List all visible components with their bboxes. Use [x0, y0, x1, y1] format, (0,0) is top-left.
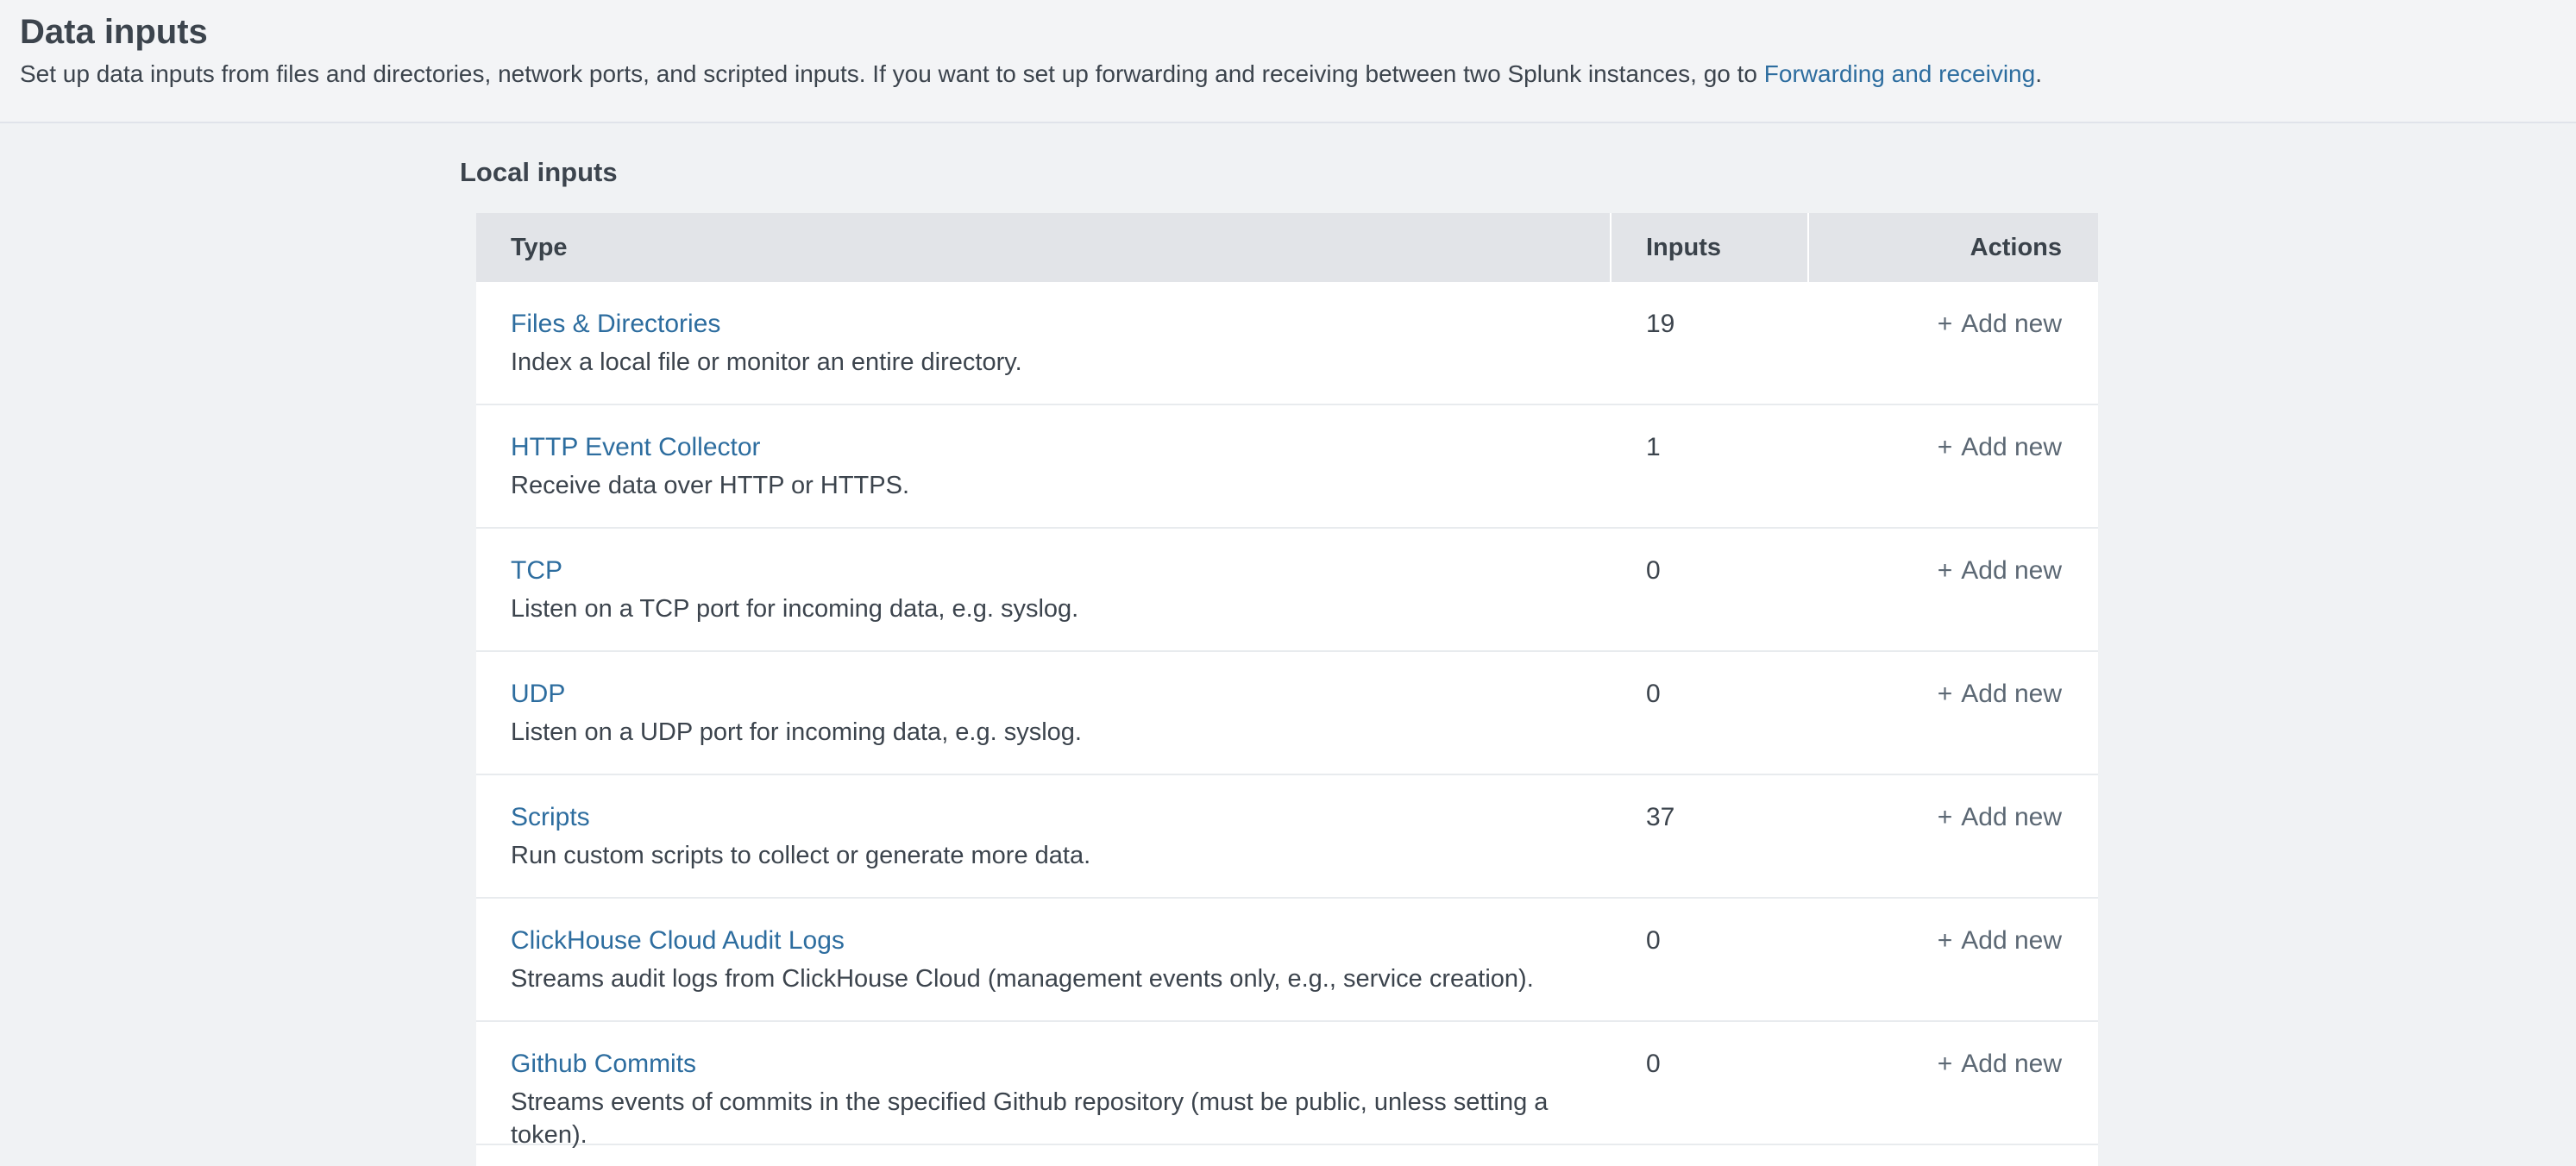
- input-type-description: Streams events of commits in the specifi…: [511, 1086, 1610, 1151]
- input-type-description: Listen on a UDP port for incoming data, …: [511, 716, 1610, 749]
- add-new-label: Add new: [1961, 803, 2062, 831]
- table-row: TCP Listen on a TCP port for incoming da…: [476, 529, 2098, 652]
- input-type-description: Index a local file or monitor an entire …: [511, 346, 1610, 379]
- add-new-label: Add new: [1961, 680, 2062, 708]
- inputs-count: 0: [1646, 1050, 1661, 1078]
- inputs-count-cell: 0: [1610, 1022, 1807, 1144]
- column-header-type: Type: [476, 213, 1610, 282]
- input-type-description: Receive data over HTTP or HTTPS.: [511, 469, 1610, 502]
- inputs-count: 37: [1646, 803, 1674, 831]
- plus-icon: +: [1938, 556, 1953, 585]
- plus-icon: +: [1938, 680, 1953, 708]
- input-type-link[interactable]: Files & Directories: [511, 310, 720, 338]
- add-new-link[interactable]: + Add new: [1938, 556, 2062, 585]
- add-new-label: Add new: [1961, 926, 2062, 955]
- inputs-count-cell: 0: [1610, 529, 1807, 650]
- add-new-link[interactable]: + Add new: [1938, 433, 2062, 461]
- actions-cell: + Add new: [1807, 652, 2098, 774]
- section-title: Local inputs: [460, 156, 2576, 189]
- input-type-link[interactable]: ClickHouse Cloud Audit Logs: [511, 926, 845, 955]
- table-row: ClickHouse Cloud Audit Logs Streams audi…: [476, 899, 2098, 1022]
- add-new-link[interactable]: + Add new: [1938, 926, 2062, 955]
- table-row: Scripts Run custom scripts to collect or…: [476, 775, 2098, 899]
- table-row: Github Commits Streams events of commits…: [476, 1022, 2098, 1145]
- inputs-count-cell: 19: [1610, 282, 1807, 404]
- type-cell: Github Commits Streams events of commits…: [476, 1022, 1610, 1144]
- page-header: Data inputs Set up data inputs from file…: [0, 0, 2576, 123]
- input-type-link[interactable]: HTTP Event Collector: [511, 433, 761, 461]
- subtitle-text: Set up data inputs from files and direct…: [20, 60, 1764, 87]
- type-cell: Scripts Run custom scripts to collect or…: [476, 775, 1610, 897]
- inputs-count: 1: [1646, 433, 1661, 461]
- inputs-count: 0: [1646, 556, 1661, 585]
- forwarding-and-receiving-link[interactable]: Forwarding and receiving: [1764, 60, 2035, 87]
- inputs-count-cell: 0: [1610, 899, 1807, 1020]
- input-type-link[interactable]: Scripts: [511, 803, 590, 831]
- add-new-label: Add new: [1961, 310, 2062, 338]
- plus-icon: +: [1938, 433, 1953, 461]
- add-new-label: Add new: [1961, 433, 2062, 461]
- actions-cell: + Add new: [1807, 529, 2098, 650]
- input-type-description: Streams audit logs from ClickHouse Cloud…: [511, 962, 1610, 995]
- input-type-link[interactable]: TCP: [511, 556, 562, 585]
- actions-cell: + Add new: [1807, 282, 2098, 404]
- actions-cell: + Add new: [1807, 1022, 2098, 1144]
- input-type-link[interactable]: Github Commits: [511, 1050, 696, 1078]
- table-row: Files & Directories Index a local file o…: [476, 282, 2098, 405]
- table-body: Files & Directories Index a local file o…: [476, 282, 2098, 1145]
- page-subtitle: Set up data inputs from files and direct…: [20, 57, 2541, 91]
- add-new-link[interactable]: + Add new: [1938, 1050, 2062, 1078]
- column-header-actions: Actions: [1807, 213, 2098, 282]
- page-title: Data inputs: [20, 10, 2541, 53]
- inputs-count-cell: 37: [1610, 775, 1807, 897]
- table-row: HTTP Event Collector Receive data over H…: [476, 405, 2098, 529]
- input-type-description: Listen on a TCP port for incoming data, …: [511, 592, 1610, 625]
- actions-cell: + Add new: [1807, 405, 2098, 527]
- input-type-description: Run custom scripts to collect or generat…: [511, 839, 1610, 872]
- add-new-link[interactable]: + Add new: [1938, 680, 2062, 708]
- type-cell: Files & Directories Index a local file o…: [476, 282, 1610, 404]
- add-new-link[interactable]: + Add new: [1938, 310, 2062, 338]
- input-type-link[interactable]: UDP: [511, 680, 565, 708]
- actions-cell: + Add new: [1807, 775, 2098, 897]
- table-row: UDP Listen on a UDP port for incoming da…: [476, 652, 2098, 775]
- plus-icon: +: [1938, 310, 1953, 338]
- content-area: Local inputs Type Inputs Actions Files &…: [0, 156, 2576, 1166]
- add-new-link[interactable]: + Add new: [1938, 803, 2062, 831]
- plus-icon: +: [1938, 1050, 1953, 1078]
- inputs-count-cell: 0: [1610, 652, 1807, 774]
- add-new-label: Add new: [1961, 1050, 2062, 1078]
- add-new-label: Add new: [1961, 556, 2062, 585]
- type-cell: UDP Listen on a UDP port for incoming da…: [476, 652, 1610, 774]
- inputs-count: 0: [1646, 926, 1661, 955]
- column-header-inputs: Inputs: [1610, 213, 1807, 282]
- type-cell: HTTP Event Collector Receive data over H…: [476, 405, 1610, 527]
- actions-cell: + Add new: [1807, 899, 2098, 1020]
- inputs-count: 19: [1646, 310, 1674, 338]
- type-cell: TCP Listen on a TCP port for incoming da…: [476, 529, 1610, 650]
- inputs-count-cell: 1: [1610, 405, 1807, 527]
- plus-icon: +: [1938, 926, 1953, 955]
- type-cell: ClickHouse Cloud Audit Logs Streams audi…: [476, 899, 1610, 1020]
- plus-icon: +: [1938, 803, 1953, 831]
- table-header-row: Type Inputs Actions: [476, 213, 2098, 282]
- subtitle-period: .: [2035, 60, 2042, 87]
- local-inputs-table: Type Inputs Actions Files & Directories …: [476, 213, 2098, 1166]
- inputs-count: 0: [1646, 680, 1661, 708]
